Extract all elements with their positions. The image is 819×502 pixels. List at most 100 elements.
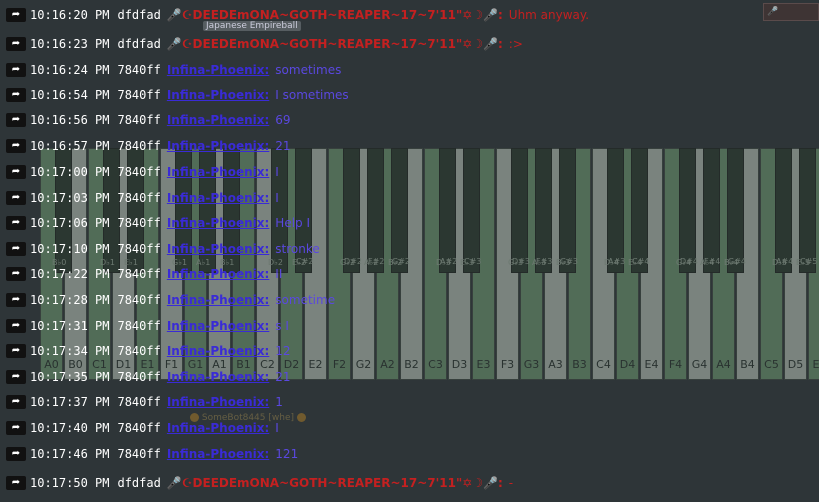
nickname[interactable]: Infina-Phoenix:	[167, 63, 269, 77]
message-timestamp: 10:17:50 PM	[30, 476, 110, 490]
reply-arrow-icon[interactable]: ➦	[6, 476, 26, 490]
message-text: I	[275, 165, 279, 179]
nickname[interactable]: Infina-Phoenix:	[167, 319, 269, 333]
message-timestamp: 10:17:31 PM	[30, 319, 110, 333]
user-id[interactable]: dfdfad	[117, 476, 160, 490]
user-id[interactable]: dfdfad	[117, 8, 160, 22]
user-id[interactable]: 7840ff	[117, 165, 160, 179]
nickname[interactable]: 🎤☪DEEDEmONA~GOTH~REAPER~17~7'11"✡☽🎤:	[167, 476, 503, 490]
message-text: s I	[275, 319, 289, 333]
message-timestamp: 10:16:20 PM	[30, 8, 110, 22]
chat-message-row: ➦ 10:16:23 PM dfdfad 🎤☪DEEDEmONA~GOTH~REAPE…	[0, 33, 819, 55]
user-id[interactable]: 7840ff	[117, 421, 160, 435]
message-timestamp: 10:17:22 PM	[30, 267, 110, 281]
chat-message-row: ➦ 10:17:37 PM 7840ff Infina-Phoenix: 1	[0, 391, 819, 413]
user-id[interactable]: 7840ff	[117, 139, 160, 153]
reply-arrow-icon[interactable]: ➦	[6, 216, 26, 230]
chat-message-row: ➦ 10:17:22 PM 7840ff Infina-Phoenix: II	[0, 263, 819, 285]
reply-arrow-icon[interactable]: ➦	[6, 113, 26, 127]
message-text: :>	[508, 37, 523, 51]
user-id[interactable]: 7840ff	[117, 267, 160, 281]
nickname[interactable]: Infina-Phoenix:	[167, 165, 269, 179]
nickname[interactable]: Infina-Phoenix:	[167, 344, 269, 358]
user-id[interactable]: 7840ff	[117, 88, 160, 102]
user-id[interactable]: 7840ff	[117, 242, 160, 256]
nickname[interactable]: Infina-Phoenix:	[167, 216, 269, 230]
chat-message-row: ➦ 10:16:24 PM 7840ff Infina-Phoenix: sometim…	[0, 59, 819, 81]
reply-arrow-icon[interactable]: ➦	[6, 421, 26, 435]
reply-arrow-icon[interactable]: ➦	[6, 293, 26, 307]
chat-message-row: ➦ 10:17:50 PM dfdfad 🎤☪DEEDEmONA~GOTH~REAPE…	[0, 472, 819, 494]
message-text: I	[275, 421, 279, 435]
reply-arrow-icon[interactable]: ➦	[6, 165, 26, 179]
message-timestamp: 10:17:46 PM	[30, 447, 110, 461]
reply-arrow-icon[interactable]: ➦	[6, 63, 26, 77]
nickname[interactable]: Infina-Phoenix:	[167, 113, 269, 127]
message-timestamp: 10:17:03 PM	[30, 191, 110, 205]
message-text: I sometimes	[275, 88, 349, 102]
nickname[interactable]: 🎤☪DEEDEmONA~GOTH~REAPER~17~7'11"✡☽🎤:	[167, 37, 503, 51]
nickname[interactable]: Infina-Phoenix:	[167, 421, 269, 435]
chat-message-row: ➦ 10:17:28 PM 7840ff Infina-Phoenix: sometim…	[0, 289, 819, 311]
chat-message-row: ➦ 10:17:46 PM 7840ff Infina-Phoenix: 121	[0, 443, 819, 465]
reply-arrow-icon[interactable]: ➦	[6, 191, 26, 205]
chat-message-row: ➦ 10:16:57 PM 7840ff Infina-Phoenix: 21	[0, 135, 819, 157]
user-id[interactable]: 7840ff	[117, 319, 160, 333]
user-id[interactable]: 7840ff	[117, 395, 160, 409]
chat-message-row: ➦ 10:16:20 PM dfdfad 🎤☪DEEDEmONA~GOTH~REAPE…	[0, 4, 819, 26]
nickname[interactable]: 🎤☪DEEDEmONA~GOTH~REAPER~17~7'11"✡☽🎤:	[167, 8, 503, 22]
reply-arrow-icon[interactable]: ➦	[6, 447, 26, 461]
reply-arrow-icon[interactable]: ➦	[6, 8, 26, 22]
nickname[interactable]: Infina-Phoenix:	[167, 191, 269, 205]
chat-message-row: ➦ 10:17:35 PM 7840ff Infina-Phoenix: 21	[0, 366, 819, 388]
nickname[interactable]: Infina-Phoenix:	[167, 139, 269, 153]
user-id[interactable]: 7840ff	[117, 191, 160, 205]
message-text: Uhm anyway.	[508, 8, 590, 22]
reply-arrow-icon[interactable]: ➦	[6, 370, 26, 384]
message-timestamp: 10:16:56 PM	[30, 113, 110, 127]
reply-arrow-icon[interactable]: ➦	[6, 319, 26, 333]
message-timestamp: 10:16:24 PM	[30, 63, 110, 77]
user-id[interactable]: dfdfad	[117, 37, 160, 51]
user-id[interactable]: 7840ff	[117, 344, 160, 358]
user-id[interactable]: 7840ff	[117, 293, 160, 307]
message-timestamp: 10:17:06 PM	[30, 216, 110, 230]
chat-message-row: ➦ 10:17:31 PM 7840ff Infina-Phoenix: s I	[0, 315, 819, 337]
reply-arrow-icon[interactable]: ➦	[6, 395, 26, 409]
chat-message-row: ➦ 10:17:34 PM 7840ff Infina-Phoenix: 12	[0, 340, 819, 362]
reply-arrow-icon[interactable]: ➦	[6, 344, 26, 358]
nickname[interactable]: Infina-Phoenix:	[167, 447, 269, 461]
user-id[interactable]: 7840ff	[117, 63, 160, 77]
message-timestamp: 10:17:40 PM	[30, 421, 110, 435]
user-id[interactable]: 7840ff	[117, 113, 160, 127]
nickname[interactable]: Infina-Phoenix:	[167, 242, 269, 256]
message-text: 12	[275, 344, 291, 358]
chat-message-row: ➦ 10:16:56 PM 7840ff Infina-Phoenix: 69	[0, 109, 819, 131]
reply-arrow-icon[interactable]: ➦	[6, 267, 26, 281]
message-timestamp: 10:17:00 PM	[30, 165, 110, 179]
user-id[interactable]: 7840ff	[117, 447, 160, 461]
reply-arrow-icon[interactable]: ➦	[6, 139, 26, 153]
message-timestamp: 10:17:37 PM	[30, 395, 110, 409]
nickname[interactable]: Infina-Phoenix:	[167, 370, 269, 384]
nickname[interactable]: Infina-Phoenix:	[167, 88, 269, 102]
reply-arrow-icon[interactable]: ➦	[6, 37, 26, 51]
message-timestamp: 10:17:35 PM	[30, 370, 110, 384]
nickname[interactable]: Infina-Phoenix:	[167, 267, 269, 281]
message-text: II	[275, 267, 283, 281]
message-text: 1	[275, 395, 283, 409]
corner-badge: 🎤 ☪DEEDE	[763, 3, 819, 21]
user-id[interactable]: 7840ff	[117, 216, 160, 230]
message-text: 69	[275, 113, 291, 127]
user-id[interactable]: 7840ff	[117, 370, 160, 384]
message-text: stronke	[275, 242, 320, 256]
chat-message-row: ➦ 10:17:03 PM 7840ff Infina-Phoenix: I	[0, 187, 819, 209]
reply-arrow-icon[interactable]: ➦	[6, 242, 26, 256]
message-timestamp: 10:17:10 PM	[30, 242, 110, 256]
nickname[interactable]: Infina-Phoenix:	[167, 293, 269, 307]
message-text: 21	[275, 139, 291, 153]
reply-arrow-icon[interactable]: ➦	[6, 88, 26, 102]
tooltip: Japanese Empireball	[203, 21, 301, 31]
nickname[interactable]: Infina-Phoenix:	[167, 395, 269, 409]
message-text: -	[508, 476, 514, 490]
